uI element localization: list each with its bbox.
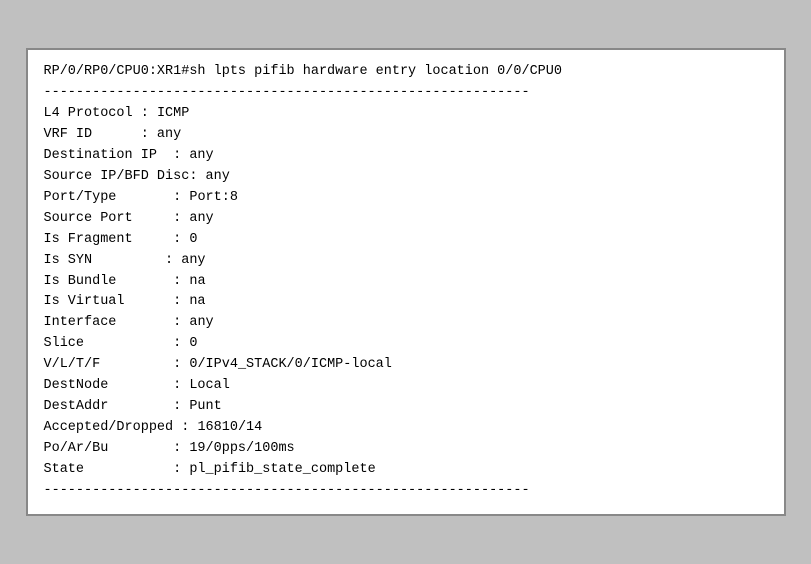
table-row: DestAddr : Punt	[44, 397, 768, 418]
entry-key: Destination IP	[44, 148, 157, 163]
entry-separator: :	[84, 336, 189, 351]
table-row: Interface : any	[44, 313, 768, 334]
entry-separator: :	[84, 462, 189, 477]
entry-value: any	[189, 211, 213, 226]
entry-key: DestNode	[44, 378, 109, 393]
entry-value: na	[189, 274, 205, 289]
entry-value: Punt	[189, 399, 221, 414]
table-row: L4 Protocol : ICMP	[44, 104, 768, 125]
entry-separator: :	[133, 211, 190, 226]
entry-key: Accepted/Dropped	[44, 420, 174, 435]
entry-key: Is SYN	[44, 253, 93, 268]
entry-key: Source Port	[44, 211, 133, 226]
entry-key: L4 Protocol	[44, 106, 133, 121]
entry-separator: :	[133, 232, 190, 247]
table-row: Po/Ar/Bu : 19/0pps/100ms	[44, 439, 768, 460]
entry-value: ICMP	[157, 106, 189, 121]
table-row: State : pl_pifib_state_complete	[44, 460, 768, 481]
table-row: Source IP/BFD Disc: any	[44, 167, 768, 188]
entry-key: State	[44, 462, 85, 477]
separator-bottom: ----------------------------------------…	[44, 481, 768, 502]
entry-key: Is Bundle	[44, 274, 117, 289]
entry-value: 19/0pps/100ms	[189, 441, 294, 456]
entry-value: Port:8	[189, 190, 238, 205]
entry-key: Po/Ar/Bu	[44, 441, 109, 456]
table-row: VRF ID : any	[44, 125, 768, 146]
entry-separator: :	[116, 190, 189, 205]
table-row: V/L/T/F : 0/IPv4_STACK/0/ICMP-local	[44, 355, 768, 376]
table-row: Accepted/Dropped : 16810/14	[44, 418, 768, 439]
table-row: DestNode : Local	[44, 376, 768, 397]
table-row: Is SYN : any	[44, 251, 768, 272]
entry-separator: :	[116, 315, 189, 330]
entry-value: any	[189, 315, 213, 330]
entry-separator: :	[173, 420, 197, 435]
terminal-window: RP/0/RP0/CPU0:XR1#sh lpts pifib hardware…	[26, 48, 786, 515]
command-line: RP/0/RP0/CPU0:XR1#sh lpts pifib hardware…	[44, 62, 768, 83]
entry-key: V/L/T/F	[44, 357, 101, 372]
entry-value: any	[189, 148, 213, 163]
entry-value: pl_pifib_state_complete	[189, 462, 375, 477]
entry-value: 0/IPv4_STACK/0/ICMP-local	[189, 357, 392, 372]
table-row: Source Port : any	[44, 209, 768, 230]
entry-separator: :	[108, 441, 189, 456]
entry-separator: :	[125, 294, 190, 309]
entry-value: 16810/14	[197, 420, 262, 435]
entry-separator: :	[92, 253, 181, 268]
entry-value: any	[157, 127, 181, 142]
table-row: Is Bundle : na	[44, 272, 768, 293]
table-row: Is Fragment : 0	[44, 230, 768, 251]
entry-separator: :	[92, 127, 157, 142]
table-row: Destination IP : any	[44, 146, 768, 167]
entry-separator: :	[189, 169, 205, 184]
entry-separator: :	[116, 274, 189, 289]
entry-value: Local	[189, 378, 230, 393]
entry-key: DestAddr	[44, 399, 109, 414]
entries-container: L4 Protocol : ICMPVRF ID : anyDestinatio…	[44, 104, 768, 481]
entry-key: Interface	[44, 315, 117, 330]
table-row: Slice : 0	[44, 334, 768, 355]
entry-value: 0	[189, 336, 197, 351]
entry-separator: :	[108, 399, 189, 414]
entry-key: Source IP/BFD Disc	[44, 169, 190, 184]
entry-value: na	[189, 294, 205, 309]
entry-separator: :	[157, 148, 189, 163]
entry-value: 0	[189, 232, 197, 247]
table-row: Is Virtual : na	[44, 292, 768, 313]
table-row: Port/Type : Port:8	[44, 188, 768, 209]
entry-key: VRF ID	[44, 127, 93, 142]
entry-key: Slice	[44, 336, 85, 351]
separator-top: ----------------------------------------…	[44, 83, 768, 104]
entry-key: Is Fragment	[44, 232, 133, 247]
entry-key: Is Virtual	[44, 294, 125, 309]
entry-value: any	[181, 253, 205, 268]
entry-key: Port/Type	[44, 190, 117, 205]
entry-separator: :	[100, 357, 189, 372]
entry-value: any	[206, 169, 230, 184]
entry-separator: :	[108, 378, 189, 393]
entry-separator: :	[133, 106, 157, 121]
